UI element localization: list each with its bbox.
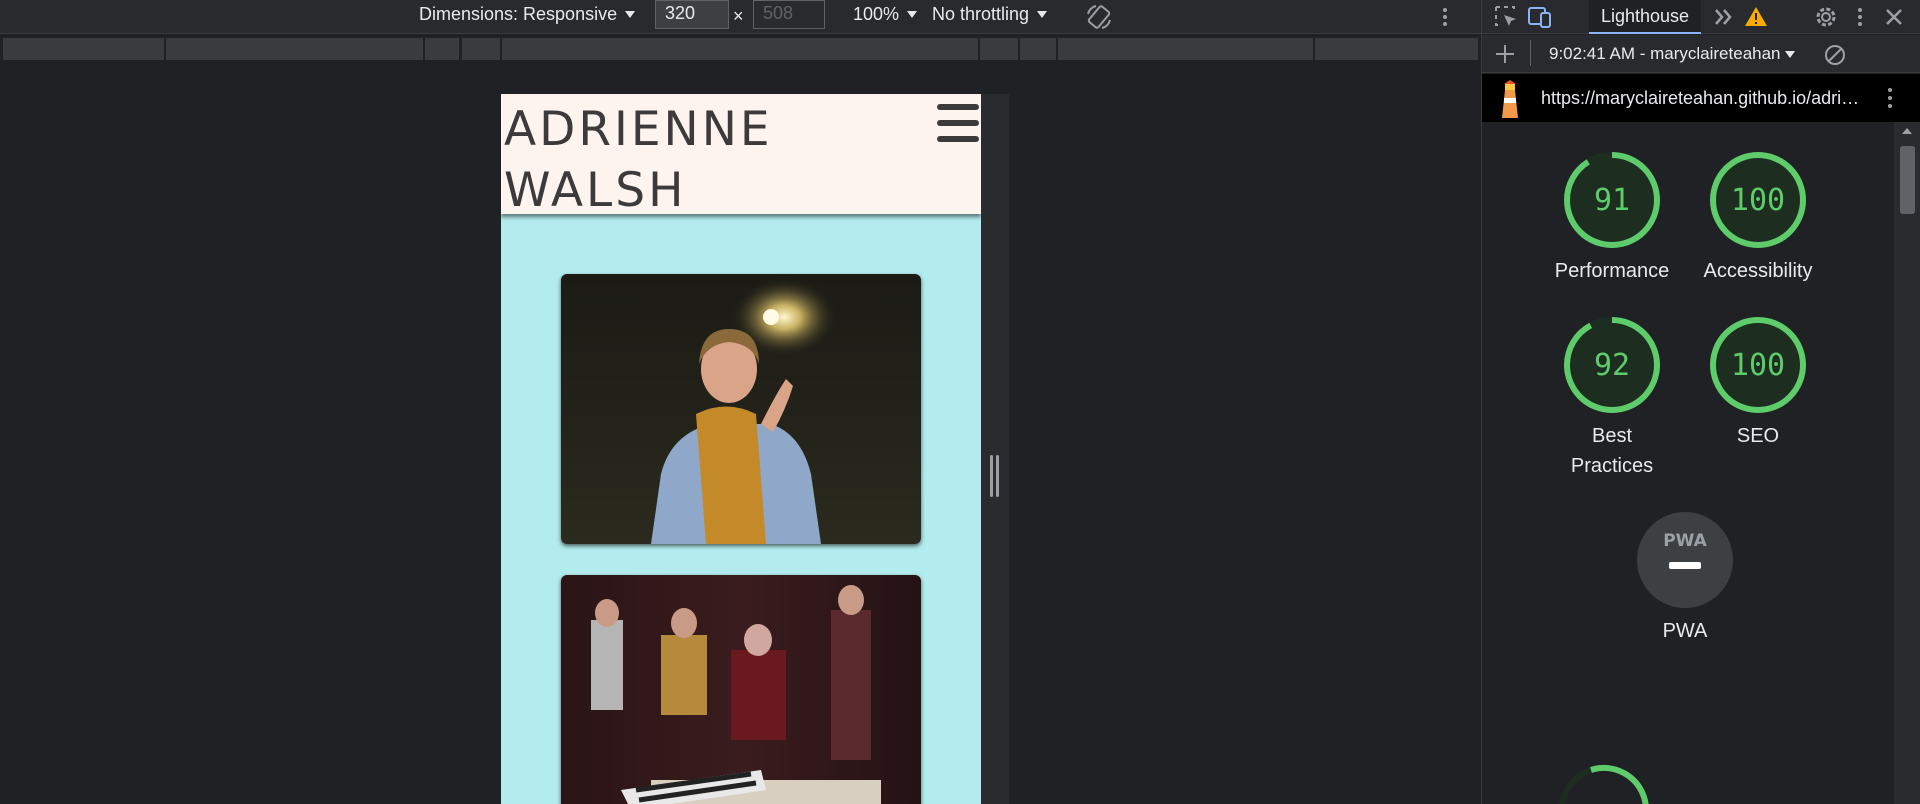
- more-options-icon[interactable]: [1846, 3, 1874, 31]
- report-selector-label: 9:02:41 AM - maryclaireteahan: [1549, 44, 1781, 63]
- gauge-label: PWA: [1662, 620, 1708, 642]
- gallery-photo[interactable]: [561, 575, 921, 804]
- gauge-label: SEO: [1736, 425, 1780, 447]
- ruler-segment[interactable]: [166, 38, 423, 60]
- toolbar-divider: [1530, 40, 1531, 66]
- site-title[interactable]: ADRIENNE WALSH: [504, 99, 804, 221]
- viewport-resize-handle[interactable]: [990, 455, 1000, 497]
- gear-icon[interactable]: [1812, 3, 1840, 31]
- devtools-tab-bar: Lighthouse: [1482, 0, 1920, 34]
- gauge-accessibility[interactable]: 100 Accessibility: [1688, 152, 1828, 286]
- dimensions-label: Dimensions: Responsive: [419, 4, 618, 24]
- devtools-panel: Lighthouse 9:02:41 AM - maryclaireteahan…: [1481, 0, 1920, 804]
- height-input[interactable]: 508: [753, 0, 825, 29]
- more-options-icon[interactable]: [1440, 4, 1450, 30]
- score-ring: 100: [1710, 317, 1806, 413]
- report-url[interactable]: https://maryclaireteahan.github.io/adri…: [1541, 88, 1859, 109]
- gauge-pwa[interactable]: PWA PWA: [1615, 512, 1755, 646]
- ruler-segment[interactable]: [1315, 38, 1478, 60]
- report-url-bar: https://maryclaireteahan.github.io/adri…: [1482, 74, 1920, 122]
- ruler-segment[interactable]: [502, 38, 978, 60]
- score-value: 91: [1594, 183, 1630, 218]
- more-options-icon[interactable]: [1885, 84, 1895, 112]
- ruler-segment[interactable]: [1020, 38, 1056, 60]
- gauge-label: Performance: [1554, 260, 1670, 282]
- score-ring: 92: [1564, 317, 1660, 413]
- caret-down-icon: [907, 11, 918, 18]
- caret-down-icon: [625, 11, 636, 18]
- lighthouse-report: 91 Performance 100 Accessibility 92 Best…: [1482, 122, 1894, 804]
- scrollbar-thumb[interactable]: [1900, 146, 1915, 214]
- plus-icon[interactable]: [1492, 41, 1518, 67]
- hamburger-menu-icon[interactable]: [937, 104, 979, 142]
- gauge-label: Accessibility: [1703, 260, 1813, 282]
- zoom-label: 100%: [853, 4, 900, 24]
- devtools-window: Dimensions: Responsive 320 × 508 100% No…: [0, 0, 1920, 804]
- pwa-badge-text: PWA: [1663, 531, 1707, 551]
- score-ring: 91: [1564, 152, 1660, 248]
- device-toolbar: Dimensions: Responsive 320 × 508 100% No…: [0, 0, 1481, 34]
- score-value: 100: [1731, 348, 1785, 383]
- scroll-up-icon[interactable]: [1901, 127, 1913, 135]
- close-icon[interactable]: [1880, 3, 1908, 31]
- emulated-page[interactable]: ADRIENNE WALSH: [501, 94, 981, 804]
- score-value: 92: [1594, 348, 1630, 383]
- gauge-seo[interactable]: 100 SEO: [1688, 317, 1828, 451]
- throttling-label: No throttling: [932, 4, 1030, 24]
- clear-icon[interactable]: [1822, 42, 1848, 68]
- ruler-segment[interactable]: [425, 38, 459, 60]
- report-scrollbar[interactable]: [1894, 122, 1920, 804]
- score-value: 100: [1731, 183, 1785, 218]
- score-ring-partial: [1559, 765, 1649, 804]
- pwa-badge-icon: PWA: [1637, 512, 1733, 608]
- emulated-page-scrollbar[interactable]: [981, 94, 1009, 804]
- score-ring: 100: [1710, 152, 1806, 248]
- times-sign: ×: [733, 6, 744, 26]
- report-selector[interactable]: 9:02:41 AM - maryclaireteahan: [1549, 44, 1795, 64]
- dimensions-dropdown[interactable]: Dimensions: Responsive: [419, 4, 636, 25]
- tab-lighthouse[interactable]: Lighthouse: [1589, 0, 1701, 34]
- device-toggle-icon[interactable]: [1526, 3, 1554, 31]
- ruler-segment[interactable]: [3, 38, 164, 60]
- gauge-best-practices[interactable]: 92 Best Practices: [1542, 317, 1682, 481]
- rotate-icon[interactable]: [1084, 2, 1114, 32]
- site-header: ADRIENNE WALSH: [501, 94, 981, 218]
- width-input[interactable]: 320: [655, 0, 729, 29]
- lighthouse-logo-icon: [1502, 80, 1518, 118]
- inspect-element-icon[interactable]: [1492, 3, 1520, 31]
- lighthouse-toolbar: 9:02:41 AM - maryclaireteahan: [1482, 35, 1920, 73]
- ruler-segment[interactable]: [1058, 38, 1313, 60]
- caret-down-icon: [1784, 50, 1795, 58]
- ruler-segment[interactable]: [980, 38, 1018, 60]
- warning-icon[interactable]: [1742, 3, 1770, 31]
- gallery-photo[interactable]: [561, 274, 921, 544]
- gauge-performance[interactable]: 91 Performance: [1542, 152, 1682, 286]
- caret-down-icon: [1037, 11, 1048, 18]
- zoom-dropdown[interactable]: 100%: [853, 4, 918, 25]
- media-query-ruler: [0, 36, 1481, 62]
- ruler-segment[interactable]: [462, 38, 500, 60]
- gauge-label: Best Practices: [1570, 425, 1654, 477]
- throttling-dropdown[interactable]: No throttling: [932, 4, 1048, 25]
- more-tabs-icon[interactable]: [1710, 3, 1738, 31]
